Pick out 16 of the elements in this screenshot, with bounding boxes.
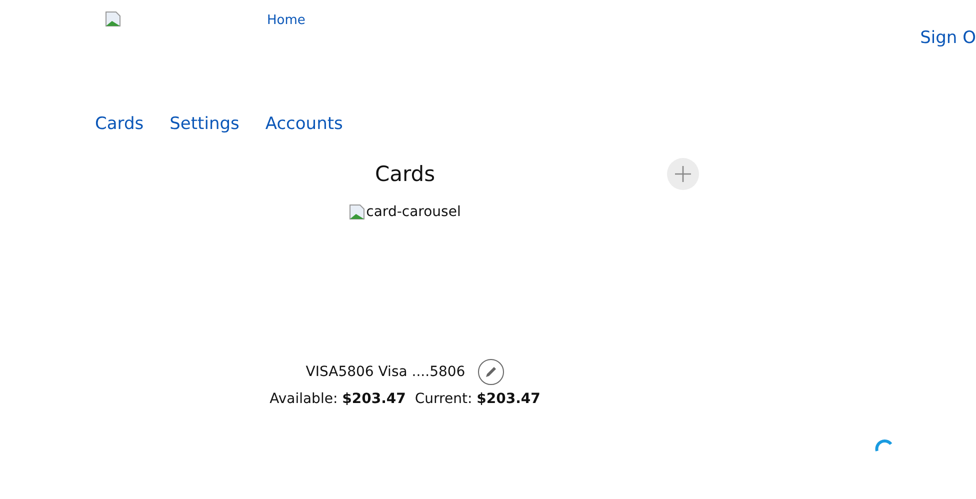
nav-link[interactable]: Settings bbox=[170, 114, 240, 134]
section-title: Cards bbox=[374, 162, 436, 186]
plus-icon bbox=[675, 166, 691, 182]
sign-out-link[interactable]: Sign O bbox=[920, 28, 976, 48]
image-alt-text: card-carousel bbox=[366, 204, 461, 220]
add-button[interactable] bbox=[667, 158, 699, 190]
nav-link[interactable]: Accounts bbox=[265, 114, 343, 134]
home-link[interactable]: Home bbox=[267, 13, 306, 28]
card-name: VISA5806 Visa ....5806 bbox=[306, 364, 466, 380]
edit-button[interactable] bbox=[478, 359, 504, 385]
balance-text: Available: $203.47 bbox=[270, 391, 406, 407]
pencil-icon bbox=[484, 365, 498, 379]
broken-image-icon bbox=[105, 11, 121, 27]
broken-image-icon bbox=[349, 204, 366, 220]
balance-text: Current: $203.47 bbox=[414, 391, 540, 407]
nav-link[interactable]: Cards bbox=[95, 114, 144, 134]
